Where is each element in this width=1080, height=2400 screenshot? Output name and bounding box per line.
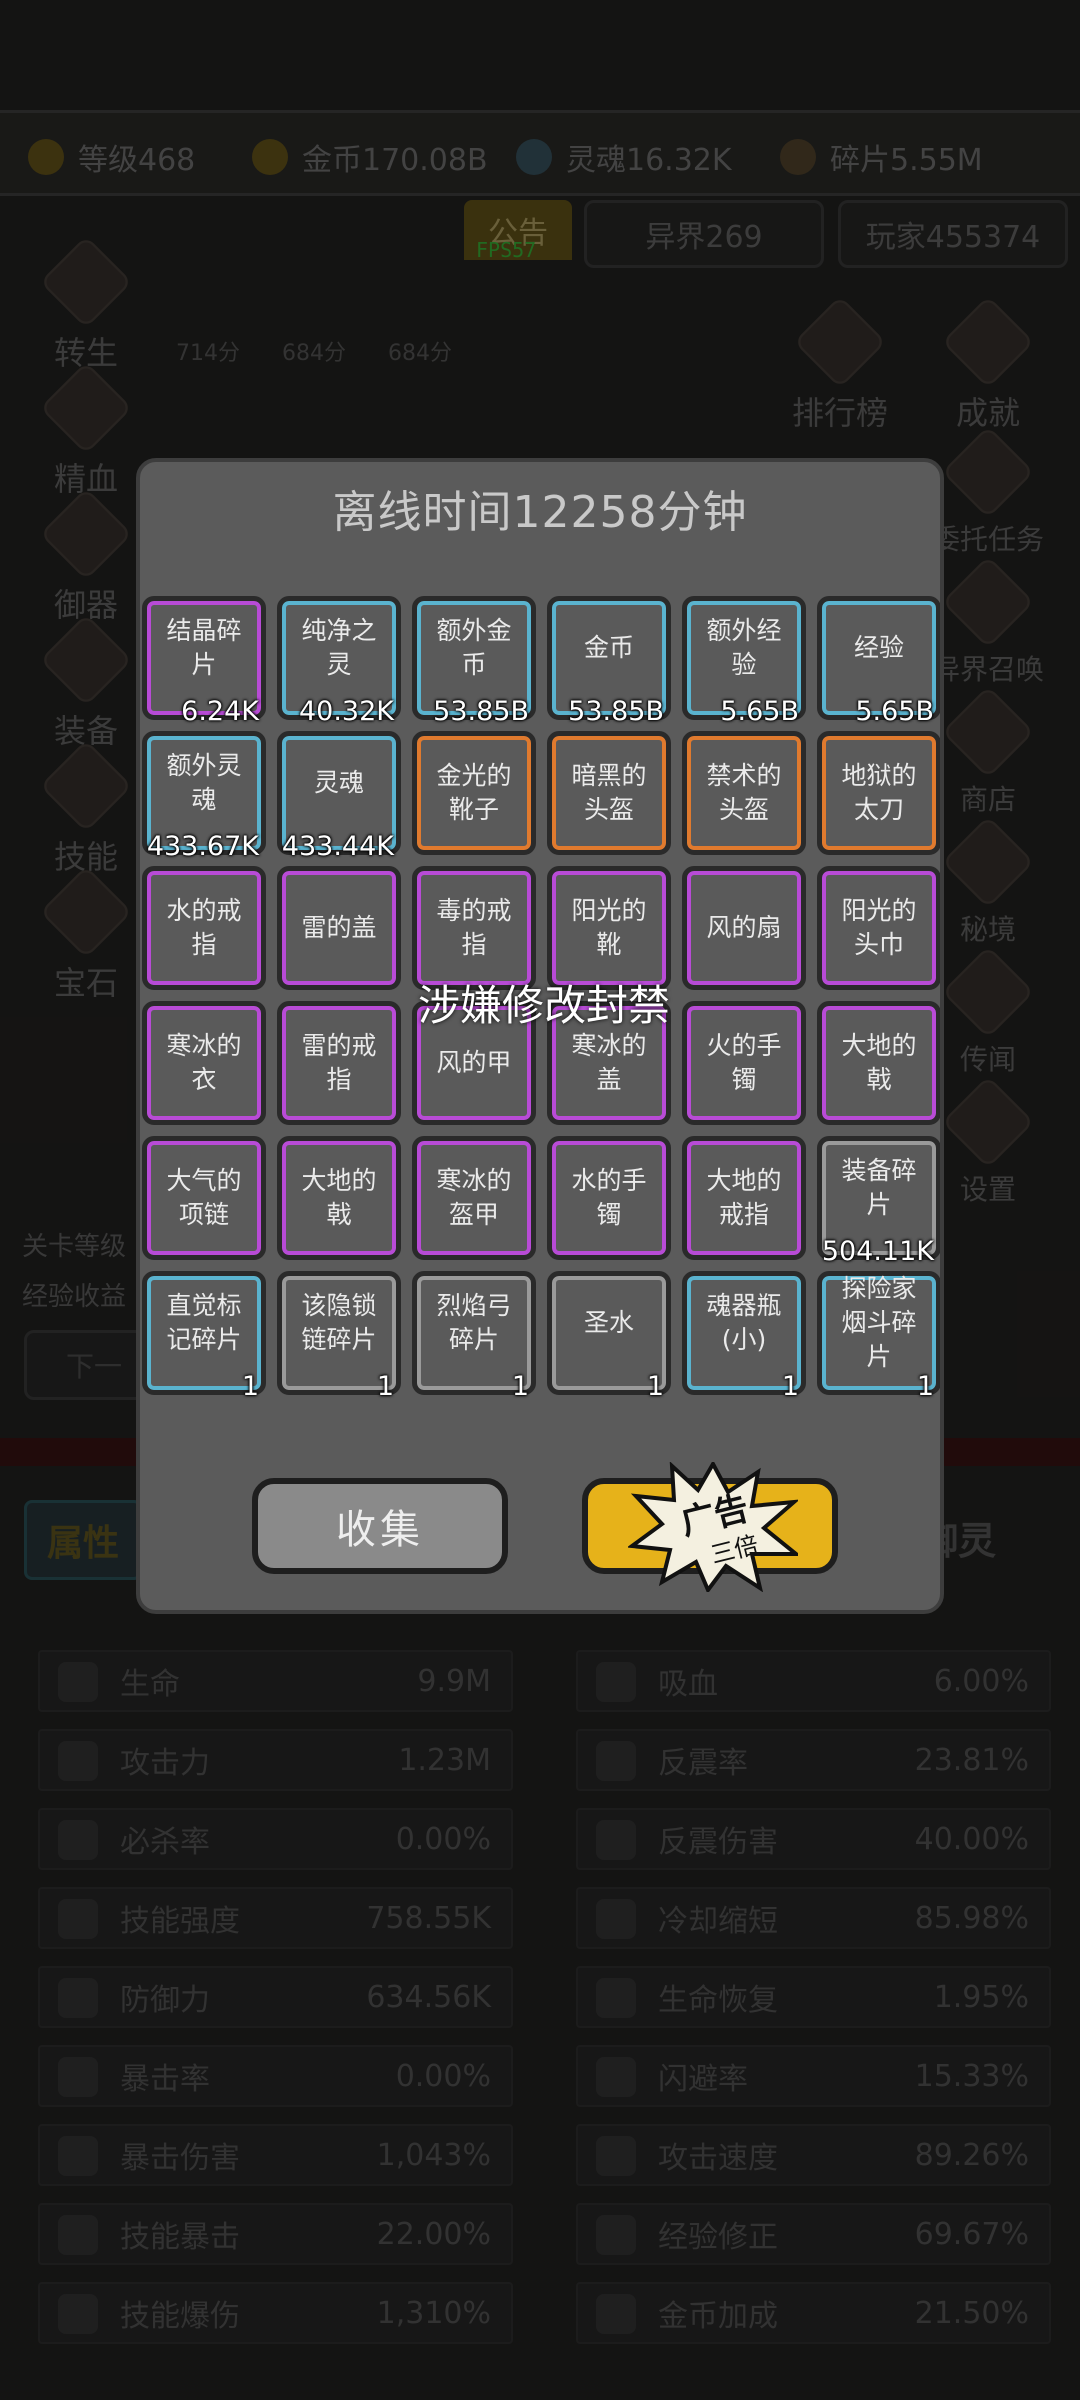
reward-item[interactable]: 寒冰的盔甲: [412, 1136, 536, 1260]
reward-item-count: 40.32K: [298, 696, 394, 727]
reward-item-name: 寒冰的盔甲: [436, 1166, 512, 1229]
reward-item[interactable]: 大气的项链: [142, 1136, 266, 1260]
reward-item-name: 该隐锁链碎片: [301, 1291, 377, 1354]
reward-item-name: 灵魂: [313, 768, 364, 797]
reward-item[interactable]: 水的手镯: [547, 1136, 671, 1260]
reward-item-name: 大气的项链: [166, 1166, 242, 1229]
reward-item-count: 53.85B: [433, 696, 529, 727]
reward-item-name: 额外经验: [706, 616, 782, 679]
reward-item-name: 大地的戒指: [706, 1166, 782, 1229]
reward-item[interactable]: 暗黑的头盔: [547, 731, 671, 855]
reward-item-name: 纯净之灵: [301, 616, 377, 679]
reward-item-count: 1: [916, 1371, 934, 1402]
reward-item-name: 烈焰弓碎片: [436, 1291, 512, 1354]
reward-item[interactable]: 灵魂 433.44K: [277, 731, 401, 862]
reward-item-name: 装备碎片: [841, 1156, 917, 1219]
reward-item[interactable]: 额外经验 5.65B: [682, 596, 806, 727]
reward-item[interactable]: 金光的靴子: [412, 731, 536, 855]
reward-item-name: 金币: [583, 633, 634, 662]
reward-item-count: 1: [241, 1371, 259, 1402]
reward-item-name: 额外金币: [436, 616, 512, 679]
reward-item-name: 水的戒指: [166, 896, 242, 959]
reward-item[interactable]: 纯净之灵 40.32K: [277, 596, 401, 727]
reward-item[interactable]: 直觉标记碎片 1: [142, 1271, 266, 1402]
reward-item[interactable]: 圣水 1: [547, 1271, 671, 1402]
reward-item[interactable]: 魂器瓶(小) 1: [682, 1271, 806, 1402]
reward-item-name: 雷的盖: [301, 913, 377, 942]
reward-item-name: 阳光的头巾: [841, 896, 917, 959]
reward-item[interactable]: 金币 53.85B: [547, 596, 671, 727]
reward-item[interactable]: 结晶碎片 6.24K: [142, 596, 266, 727]
reward-item[interactable]: 装备碎片 504.11K: [817, 1136, 940, 1267]
reward-item-count: 1: [646, 1371, 664, 1402]
reward-item[interactable]: 额外金币 53.85B: [412, 596, 536, 727]
reward-item-name: 毒的戒指: [436, 896, 512, 959]
offline-reward-dialog: 离线时间12258分钟 结晶碎片 6.24K 纯净之灵 40.32K 额外金币 53.85…: [136, 458, 944, 1614]
reward-item[interactable]: 额外灵魂 433.67K: [142, 731, 266, 862]
reward-item-name: 禁术的头盔: [706, 761, 782, 824]
reward-item-name: 探险家烟斗碎片: [841, 1274, 917, 1371]
reward-item-name: 结晶碎片: [166, 616, 242, 679]
ban-warning-text: 涉嫌修改封禁: [417, 981, 670, 1030]
reward-item-name: 经验: [853, 633, 904, 662]
reward-item[interactable]: 禁术的头盔: [682, 731, 806, 855]
reward-item[interactable]: 该隐锁链碎片 1: [277, 1271, 401, 1402]
reward-item-name: 地狱的太刀: [841, 761, 917, 824]
dialog-title: 离线时间12258分钟: [332, 487, 748, 538]
reward-item-name: 暗黑的头盔: [571, 761, 647, 824]
reward-item-name: 额外灵魂: [166, 751, 242, 814]
reward-item-count: 433.44K: [281, 831, 394, 862]
reward-item[interactable]: 烈焰弓碎片 1: [412, 1271, 536, 1402]
reward-item[interactable]: 地狱的太刀: [817, 731, 940, 855]
reward-item-name: 金光的靴子: [436, 761, 512, 824]
reward-item[interactable]: 经验 5.65B: [817, 596, 940, 727]
reward-item-name: 魂器瓶(小): [706, 1291, 782, 1354]
reward-item-name: 阳光的靴: [571, 896, 647, 959]
reward-item-count: 433.67K: [146, 831, 259, 862]
reward-item-count: 6.24K: [181, 696, 259, 727]
reward-item-name: 风的扇: [706, 913, 782, 942]
reward-item-name: 直觉标记碎片: [166, 1291, 242, 1354]
reward-item-count: 5.65B: [720, 696, 799, 727]
collect-button[interactable]: 收集: [252, 1478, 508, 1574]
reward-item-count: 5.65B: [855, 696, 934, 727]
reward-item[interactable]: 探险家烟斗碎片 1: [817, 1271, 940, 1402]
reward-item-count: 1: [376, 1371, 394, 1402]
reward-item-count: 1: [781, 1371, 799, 1402]
reward-item-count: 1: [511, 1371, 529, 1402]
reward-item[interactable]: 大地的戟: [277, 1136, 401, 1260]
ad-triple-button[interactable]: 广告 三倍: [582, 1462, 838, 1592]
reward-item-count: 53.85B: [568, 696, 664, 727]
reward-item[interactable]: 大地的戒指: [682, 1136, 806, 1260]
reward-item-name: 圣水: [583, 1308, 634, 1337]
reward-item-name: 水的手镯: [571, 1166, 647, 1229]
reward-item-count: 504.11K: [821, 1236, 934, 1267]
reward-item-name: 大地的戟: [301, 1166, 377, 1229]
